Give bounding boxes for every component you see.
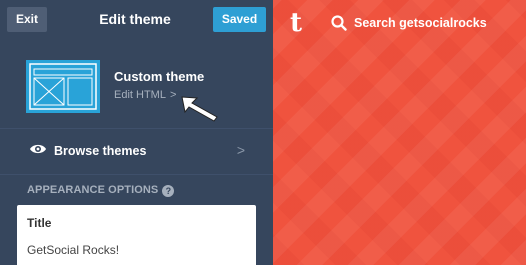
search-input[interactable] xyxy=(354,14,524,32)
chevron-right-icon: > xyxy=(236,142,245,158)
chevron-right-icon: > xyxy=(169,89,177,101)
browse-themes-row[interactable]: Browse themes > xyxy=(17,136,255,166)
editor-toolbar: Exit Edit theme Saved xyxy=(0,0,273,40)
appearance-options-heading: APPEARANCE OPTIONS? xyxy=(27,184,175,197)
title-field-input[interactable] xyxy=(27,241,247,259)
edit-html-label: Edit HTML xyxy=(114,89,166,101)
appearance-options-label: APPEARANCE OPTIONS xyxy=(27,184,159,196)
blog-preview: t xyxy=(273,0,526,265)
title-field-card: Title xyxy=(17,205,256,265)
search-icon xyxy=(331,15,347,31)
pointer-arrow-icon xyxy=(181,96,218,122)
divider xyxy=(0,174,273,175)
theme-layout-icon xyxy=(29,63,97,110)
exit-button[interactable]: Exit xyxy=(7,7,47,32)
editor-panel: Exit Edit theme Saved Custom theme Edit … xyxy=(0,0,273,265)
theme-name: Custom theme xyxy=(114,69,205,84)
browse-themes-label: Browse themes xyxy=(54,144,147,158)
tumblr-logo-icon[interactable]: t xyxy=(290,10,302,36)
panel-title: Edit theme xyxy=(99,11,171,27)
divider xyxy=(0,128,273,129)
title-field-label: Title xyxy=(27,216,52,230)
help-icon[interactable]: ? xyxy=(162,185,175,197)
eye-icon xyxy=(30,144,46,154)
edit-html-link[interactable]: Edit HTML > xyxy=(114,89,176,101)
saved-button[interactable]: Saved xyxy=(213,7,266,32)
theme-thumbnail[interactable] xyxy=(26,60,100,113)
